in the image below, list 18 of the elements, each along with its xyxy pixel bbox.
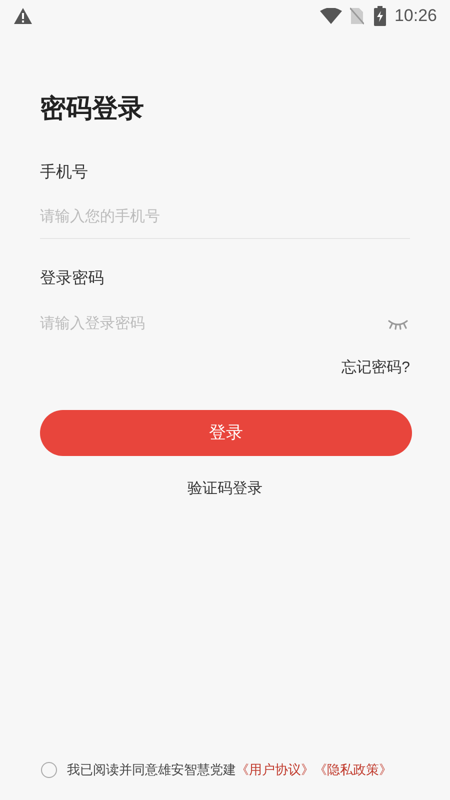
password-field[interactable]: 请输入登录密码: [40, 312, 387, 336]
warning-icon: [13, 7, 33, 25]
phone-field[interactable]: 请输入您的手机号: [40, 206, 410, 229]
battery-icon: [374, 6, 386, 26]
page-title: 密码登录: [40, 92, 145, 125]
wifi-icon: [320, 8, 342, 24]
agreement-checkbox[interactable]: [41, 762, 57, 778]
sms-login-link[interactable]: 验证码登录: [188, 478, 262, 500]
forgot-password-link[interactable]: 忘记密码?: [342, 357, 410, 380]
policy-link[interactable]: 《隐私政策》: [314, 760, 392, 780]
no-sim-icon: [350, 7, 364, 25]
field-label: 手机号: [40, 162, 89, 183]
login-button[interactable]: 登录: [40, 410, 412, 456]
closed-eye-icon[interactable]: [387, 318, 409, 330]
field-label: 登录密码: [40, 268, 105, 289]
policy-link[interactable]: 《用户协议》: [236, 760, 314, 780]
status-time: 10:26: [394, 5, 437, 28]
agreement-text: 我已阅读并同意雄安智慧党建: [67, 761, 236, 779]
